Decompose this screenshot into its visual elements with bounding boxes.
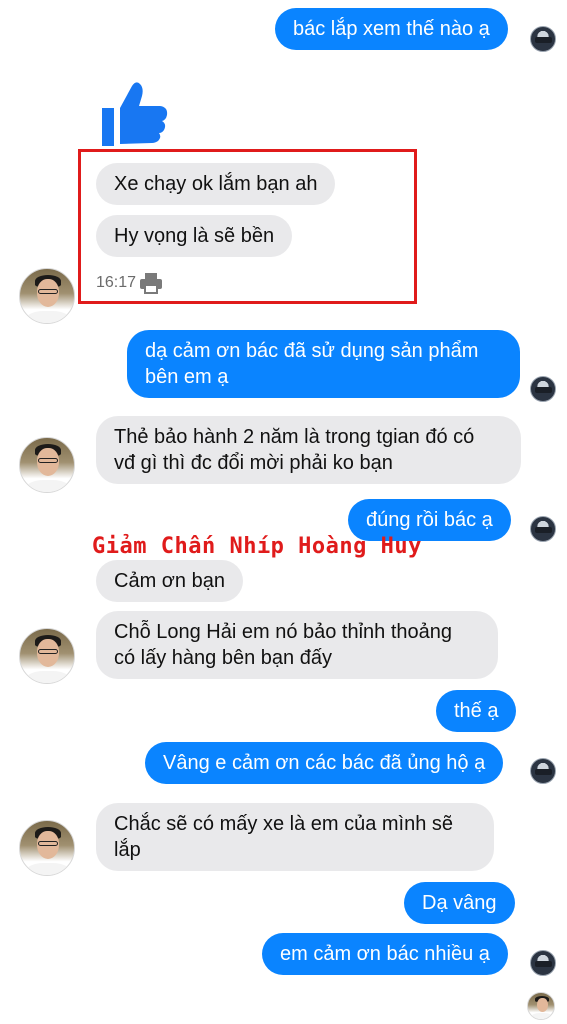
message-text-line: dạ cảm ơn bác đã sử dụng sản phẩm	[145, 340, 479, 362]
message-text-line: bên em ạ	[145, 366, 229, 388]
message-text-line: có lấy hàng bên bạn đấy	[114, 647, 332, 669]
message-incoming[interactable]: Xe chạy ok lắm bạn ah	[96, 163, 336, 205]
seller-avatar	[19, 628, 75, 684]
message-incoming[interactable]: Chỗ Long Hải em nó bảo thỉnh thoảng có l…	[96, 611, 498, 679]
message-outgoing[interactable]: thế ạ	[436, 690, 517, 732]
user-avatar	[530, 758, 556, 784]
read-receipt-avatar	[527, 992, 555, 1020]
user-avatar	[530, 376, 556, 402]
seller-avatar	[19, 437, 75, 493]
user-avatar	[530, 26, 556, 52]
user-avatar	[530, 516, 556, 542]
thumbs-up-icon[interactable]	[100, 78, 170, 148]
message-outgoing[interactable]: Vâng e cảm ơn các bác đã ủng hộ ạ	[145, 742, 504, 784]
message-outgoing[interactable]: bác lắp xem thế nào ạ	[275, 8, 508, 50]
message-incoming[interactable]: Cảm ơn bạn	[96, 560, 243, 602]
message-outgoing[interactable]: em cảm ơn bác nhiều ạ	[262, 933, 508, 975]
message-incoming[interactable]: Thẻ bảo hành 2 năm là trong tgian đó có …	[96, 416, 521, 484]
message-text-line: Thẻ bảo hành 2 năm là trong tgian đó có	[114, 426, 475, 448]
message-timestamp: 16:17	[96, 274, 137, 291]
message-text-line: lắp	[114, 839, 141, 861]
message-outgoing[interactable]: dạ cảm ơn bác đã sử dụng sản phẩm bên em…	[127, 330, 520, 398]
printer-icon	[140, 273, 162, 294]
seller-avatar	[19, 820, 75, 876]
watermark-text: Giảm Chấn Nhíp Hoàng Huy	[92, 534, 422, 559]
message-text-line: Chắc sẽ có mấy xe là em của mình sẽ	[114, 813, 454, 835]
message-incoming[interactable]: Chắc sẽ có mấy xe là em của mình sẽ lắp	[96, 803, 494, 871]
message-incoming[interactable]: Hy vọng là sẽ bền	[96, 215, 293, 257]
message-text-line: Chỗ Long Hải em nó bảo thỉnh thoảng	[114, 621, 453, 643]
message-outgoing[interactable]: Dạ vâng	[404, 882, 515, 924]
message-text-line: vđ gì thì đc đổi mời phải ko bạn	[114, 452, 393, 474]
user-avatar	[530, 950, 556, 976]
seller-avatar	[19, 268, 75, 324]
